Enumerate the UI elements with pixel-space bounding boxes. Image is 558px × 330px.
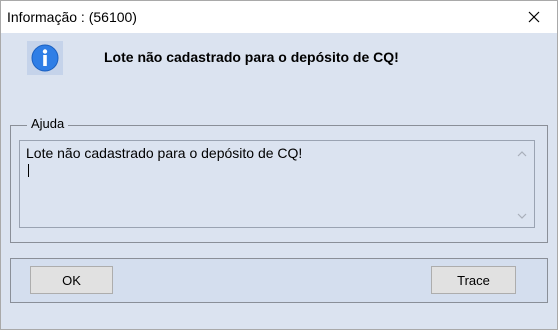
title-bar[interactable]: Informação : (56100) [1, 1, 557, 33]
close-button[interactable] [511, 1, 557, 33]
trace-button[interactable]: Trace [431, 266, 516, 294]
help-label: Ajuda [27, 116, 69, 131]
info-icon [27, 41, 63, 75]
text-caret [28, 164, 29, 177]
scroll-down-icon[interactable] [516, 211, 528, 221]
window-title: Informação : (56100) [7, 9, 137, 25]
help-textarea[interactable]: Lote não cadastrado para o depósito de C… [19, 140, 535, 228]
header-message: Lote não cadastrado para o depósito de C… [104, 49, 399, 65]
ok-button[interactable]: OK [30, 266, 113, 294]
help-text: Lote não cadastrado para o depósito de C… [26, 145, 303, 161]
scroll-up-icon[interactable] [516, 149, 528, 159]
close-icon [528, 11, 540, 23]
dialog-window: Informação : (56100) Lote não cadastrado… [0, 0, 558, 330]
